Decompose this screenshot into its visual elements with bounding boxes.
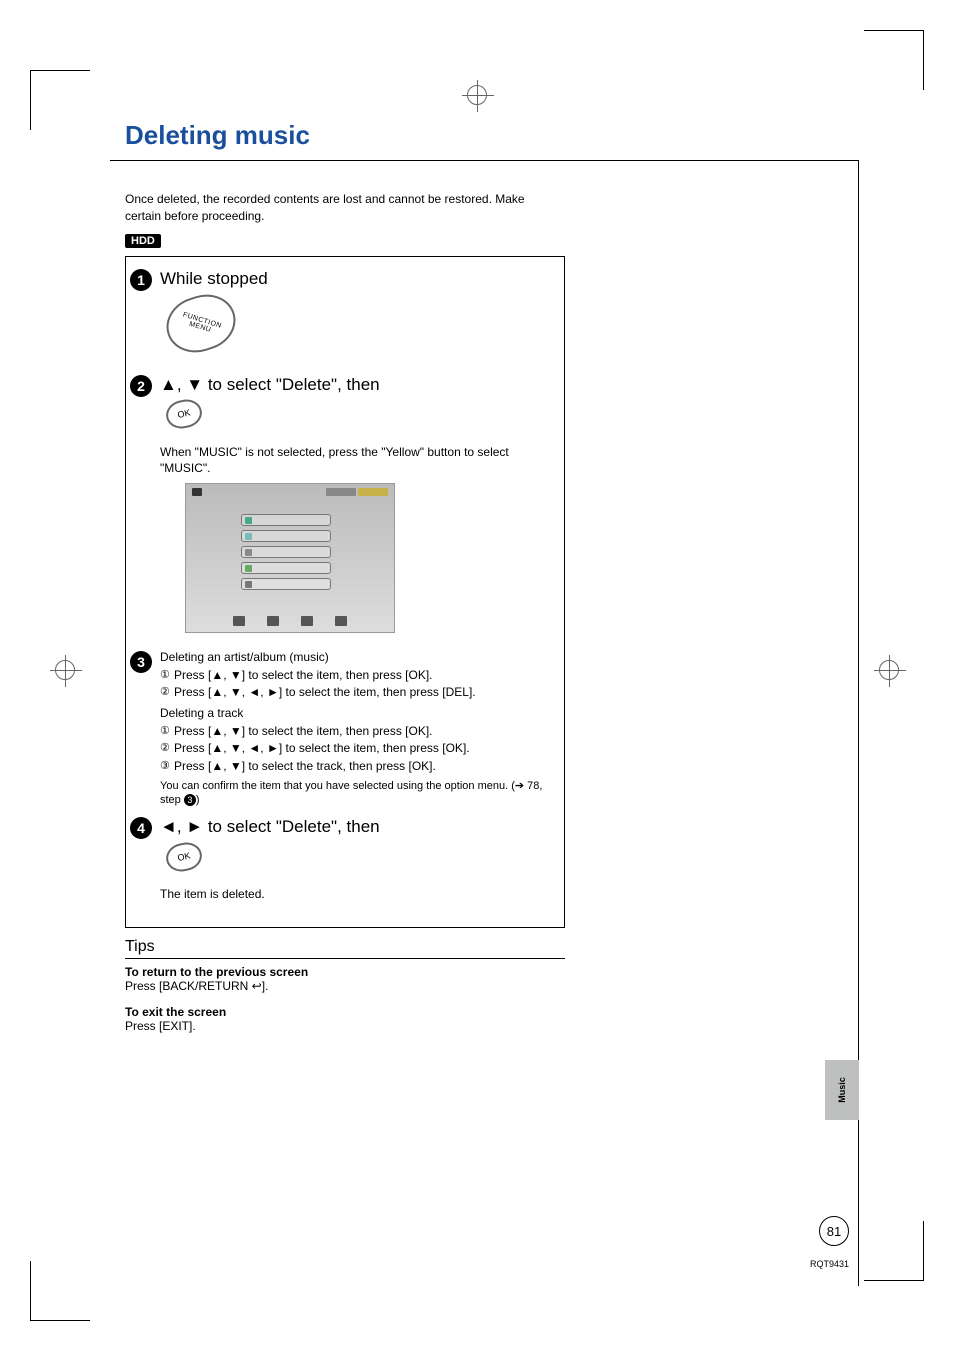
step3-artist-l1: Press [▲, ▼] to select the item, then pr…	[174, 668, 433, 682]
list-item	[241, 562, 331, 574]
page-number-text: 81	[827, 1224, 841, 1239]
step3-artist-heading: Deleting an artist/album (music)	[160, 649, 552, 666]
list-item	[241, 514, 331, 526]
circled-three-icon: ③	[160, 759, 170, 775]
section-tab: Music	[825, 1060, 859, 1120]
registration-mark	[55, 660, 75, 680]
step-3: 3 Deleting an artist/album (music) ① Pres…	[130, 649, 552, 807]
circled-one-icon: ①	[160, 724, 170, 740]
list-item: ③ Press [▲, ▼] to select the track, then …	[160, 758, 552, 775]
circled-one-icon: ①	[160, 668, 170, 684]
section-tab-label: Music	[837, 1077, 847, 1103]
confirm-post: )	[196, 794, 200, 806]
circled-step-icon: 3	[184, 794, 196, 806]
page-title: Deleting music	[125, 120, 585, 151]
step4-result: The item is deleted.	[160, 886, 552, 903]
tip2-text: Press [EXIT].	[125, 1019, 585, 1033]
page-content: Deleting music Once deleted, the recorde…	[125, 120, 585, 1033]
crop-mark	[864, 30, 924, 90]
list-item: ① Press [▲, ▼] to select the item, then p…	[160, 723, 552, 740]
tip1-bold: To return to the previous screen	[125, 965, 585, 979]
ok-button-icon: OK	[163, 840, 204, 875]
function-menu-button-icon: FUNCTION MENU	[159, 287, 243, 361]
step2-instruction: ▲, ▼ to select "Delete", then	[160, 373, 552, 397]
list-item	[241, 530, 331, 542]
tip1-text: Press [BACK/RETURN ↩].	[125, 979, 585, 993]
list-item	[241, 546, 331, 558]
step4-instruction: ◄, ► to select "Delete", then	[160, 815, 552, 839]
document-code: RQT9431	[810, 1259, 849, 1269]
step3-track-l2: Press [▲, ▼, ◄, ►] to select the item, t…	[174, 741, 470, 755]
circled-two-icon: ②	[160, 685, 170, 701]
step-1: 1 While stopped FUNCTION MENU	[130, 267, 552, 365]
list-item: ② Press [▲, ▼, ◄, ►] to select the item, …	[160, 740, 552, 757]
list-item	[241, 578, 331, 590]
function-menu-label: FUNCTION MENU	[180, 311, 223, 336]
tip2-bold: To exit the screen	[125, 1005, 585, 1019]
step3-confirm-note: You can confirm the item that you have s…	[160, 779, 552, 808]
page-number: 81	[819, 1216, 849, 1246]
step3-track-l3: Press [▲, ▼] to select the track, then p…	[174, 759, 436, 773]
tips-heading: Tips	[125, 938, 565, 959]
crop-mark	[30, 1261, 90, 1321]
steps-frame: 1 While stopped FUNCTION MENU 2 ▲, ▼ to …	[125, 256, 565, 929]
step2-note: When "MUSIC" is not selected, press the …	[160, 444, 552, 478]
step-number-icon: 2	[130, 375, 152, 397]
step-2: 2 ▲, ▼ to select "Delete", then OK When …	[130, 373, 552, 642]
circled-two-icon: ②	[160, 741, 170, 757]
hdd-badge: HDD	[125, 234, 161, 248]
ok-label: OK	[176, 407, 191, 422]
ok-button-icon: OK	[163, 397, 204, 432]
screenshot-list	[241, 514, 331, 590]
list-item: ② Press [▲, ▼, ◄, ►] to select the item, …	[160, 684, 552, 701]
registration-mark	[467, 85, 487, 105]
list-item: ① Press [▲, ▼] to select the item, then p…	[160, 667, 552, 684]
step-4: 4 ◄, ► to select "Delete", then OK The i…	[130, 815, 552, 909]
step-number-icon: 4	[130, 817, 152, 839]
registration-mark	[879, 660, 899, 680]
step-number-icon: 1	[130, 269, 152, 291]
crop-mark	[30, 70, 90, 130]
step1-label: While stopped	[160, 267, 552, 291]
crop-mark	[864, 1221, 924, 1281]
step3-artist-l2: Press [▲, ▼, ◄, ►] to select the item, t…	[174, 685, 476, 699]
step-number-icon: 3	[130, 651, 152, 673]
confirm-pre: You can confirm the item that you have s…	[160, 780, 542, 806]
step3-track-heading: Deleting a track	[160, 705, 552, 722]
step3-track-l1: Press [▲, ▼] to select the item, then pr…	[174, 724, 433, 738]
screenshot-tabs	[326, 488, 388, 496]
screenshot-topbar-icon	[192, 488, 202, 496]
screenshot-bottom-icons	[186, 616, 394, 626]
ok-label: OK	[176, 850, 191, 865]
ui-screenshot	[185, 483, 395, 633]
intro-text: Once deleted, the recorded contents are …	[125, 191, 545, 225]
